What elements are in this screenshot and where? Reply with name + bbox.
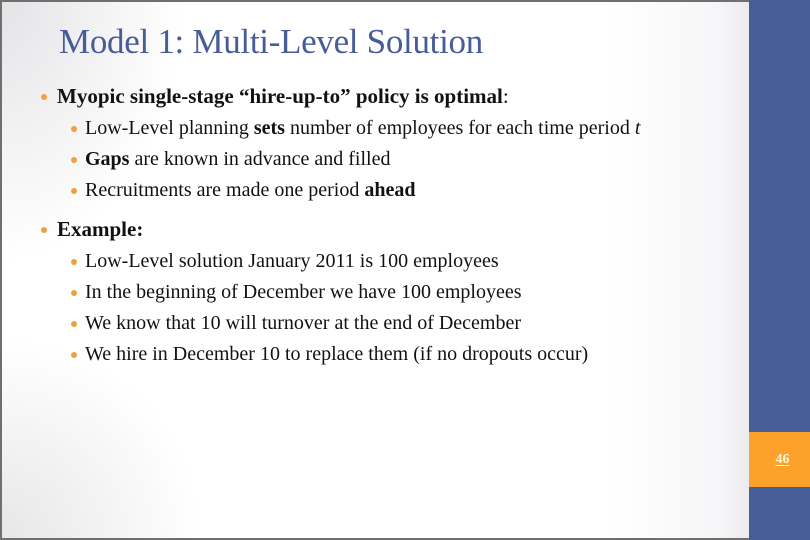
bullet-text: Low-Level solution January 2011 is 100 e… [85,250,499,272]
sub-bullet-turnover: We know that 10 will turnover at the end… [0,310,700,336]
bullet-text: are known in advance and filled [129,148,391,170]
bullet-text-bold: sets [253,117,285,139]
bullet-dot-icon [41,94,47,100]
sub-bullet-gaps: Gaps are known in advance and filled [0,146,700,172]
bullet-example: Example: [0,215,700,243]
bullet-text-bold: Myopic single-stage “hire-up-to” policy … [57,84,503,108]
page-number: 46 [775,451,790,467]
bullet-dot-icon [71,188,77,194]
bullet-text-bold: Gaps [85,148,130,170]
bullet-text: We hire in December 10 to replace them (… [85,343,589,365]
bullet-dot-icon [71,290,77,296]
bullet-dot-icon [41,227,47,233]
bullet-text: We know that 10 will turnover at the end… [85,312,522,334]
bullet-dot-icon [71,259,77,265]
page-number-box: 46 [749,432,810,487]
bullet-text-bold: Example: [57,217,144,241]
bullet-dot-icon [71,126,77,132]
bullet-text-italic: t [634,117,641,139]
sub-bullet-recruitments: Recruitments are made one period ahead [0,177,700,203]
bullet-text: Recruitments are made one period [85,179,365,201]
bullet-dot-icon [71,157,77,163]
sub-bullet-low-level-solution: Low-Level solution January 2011 is 100 e… [0,248,700,274]
bullet-text-bold: ahead [364,179,416,201]
bullet-dot-icon [71,321,77,327]
bullet-text: number of employees for each time period [284,117,635,139]
slide-body: Myopic single-stage “hire-up-to” policy … [0,78,700,367]
slide-title: Model 1: Multi-Level Solution [59,22,483,61]
sub-bullet-beginning-of-december: In the beginning of December we have 100… [0,279,700,305]
bullet-text: Low-Level planning [85,117,254,139]
bullet-myopic-policy: Myopic single-stage “hire-up-to” policy … [0,82,700,110]
bullet-dot-icon [71,352,77,358]
sub-bullet-low-level-planning: Low-Level planning sets number of employ… [0,115,700,141]
bullet-text: : [502,84,509,108]
sub-bullet-hire-in-december: We hire in December 10 to replace them (… [0,341,700,367]
bullet-text: In the beginning of December we have 100… [85,281,522,303]
